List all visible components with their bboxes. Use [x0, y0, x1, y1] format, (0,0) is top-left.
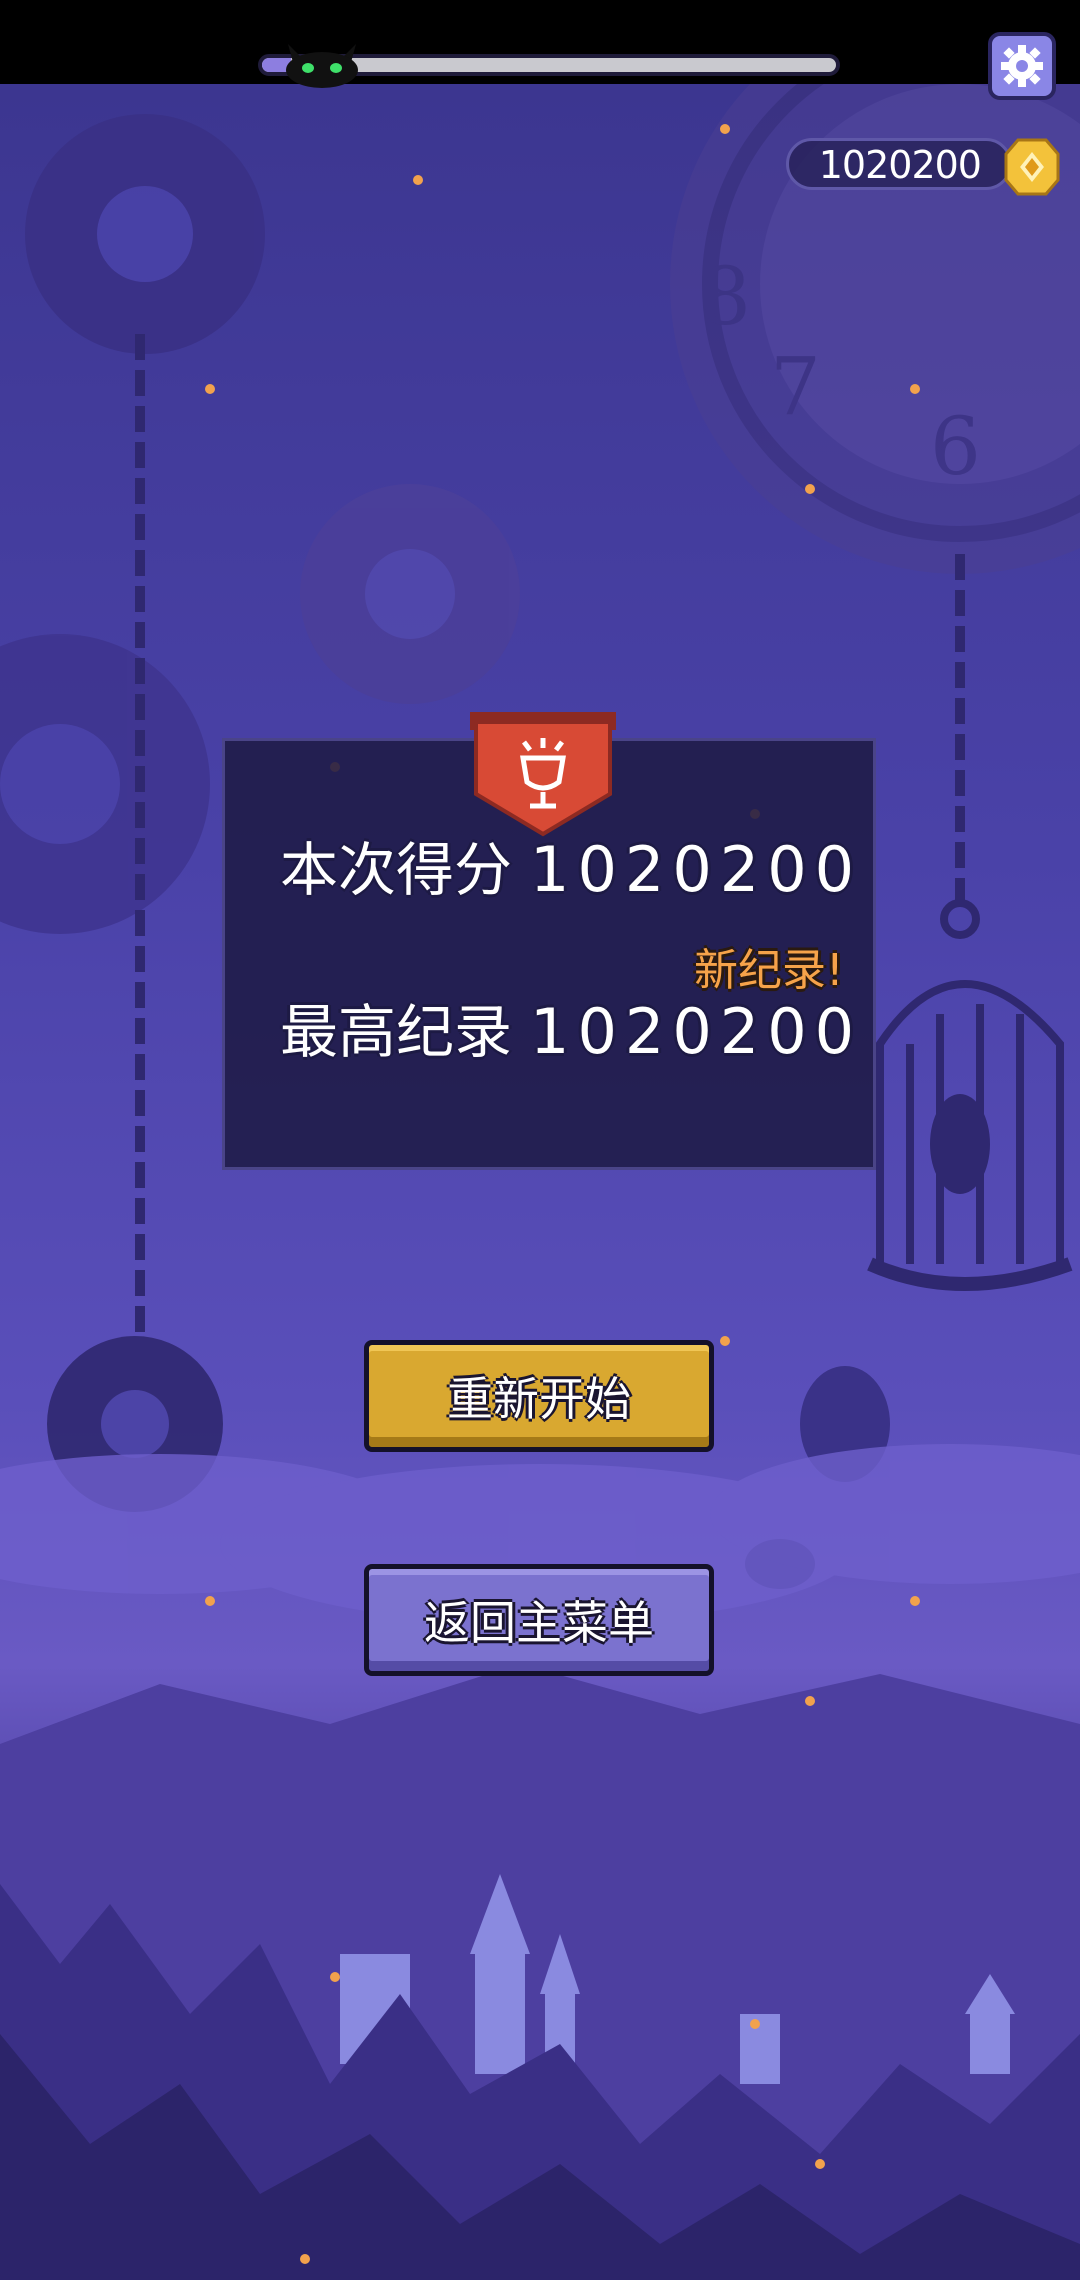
gear-icon [1001, 45, 1043, 87]
current-score-label: 本次得分 [280, 836, 513, 904]
background-art: 7 6 8 [0, 84, 1080, 2280]
svg-text:6: 6 [930, 400, 981, 493]
current-score-value: 1020200 [530, 833, 863, 906]
coin-count: 1020200 [818, 143, 982, 187]
restart-button[interactable]: 重新开始 [364, 1340, 714, 1452]
trophy-ribbon [470, 712, 616, 837]
game-scene: 7 6 8 [0, 84, 1080, 2280]
birdcage-decoration [867, 899, 1073, 1291]
settings-button[interactable] [988, 32, 1056, 100]
svg-text:8: 8 [700, 250, 751, 343]
best-score-value: 1020200 [530, 995, 863, 1068]
coin-counter: 1020200 [786, 138, 1012, 190]
svg-text:7: 7 [770, 340, 821, 433]
main-menu-button[interactable]: 返回主菜单 [364, 1564, 714, 1676]
best-score-label: 最高纪录 [280, 998, 513, 1066]
black-cat-icon [286, 44, 358, 88]
coin-icon [1004, 138, 1060, 196]
new-record-badge: 新纪录! [694, 945, 844, 996]
